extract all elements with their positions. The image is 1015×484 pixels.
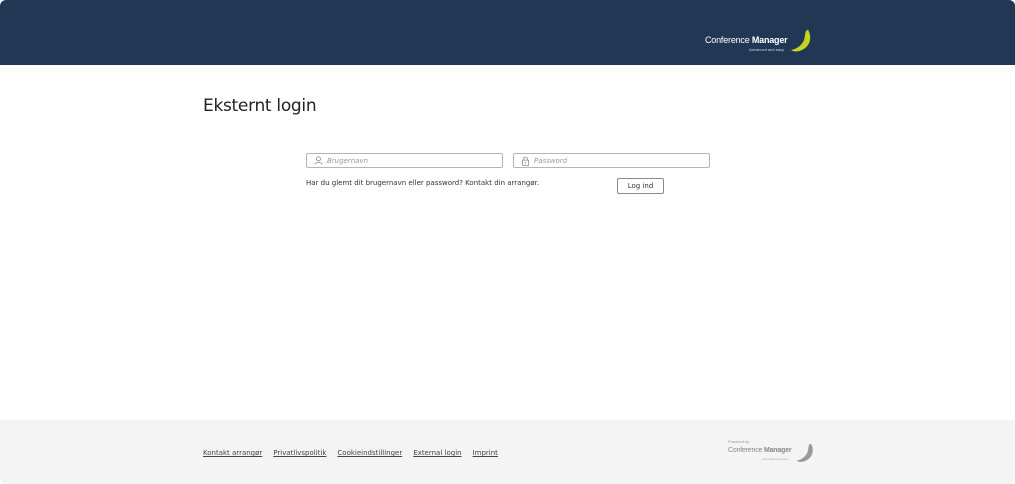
brand-name: Conference Manager	[705, 35, 788, 45]
footer-links: Kontakt arrangør Privatlivspolitik Cooki…	[203, 449, 498, 457]
footer-link-contact[interactable]: Kontakt arrangør	[203, 449, 262, 457]
brand-tagline: Advanced and easy	[749, 47, 785, 52]
brand-name-bold: Manager	[751, 35, 788, 45]
powered-by-label: Powered by	[728, 439, 750, 444]
password-input[interactable]	[534, 154, 704, 167]
brand-logo: Conference Manager Advanced and easy	[705, 29, 817, 55]
powered-brand-tagline: Advanced and easy	[762, 457, 789, 461]
page-title: Eksternt login	[203, 96, 317, 116]
footer-link-privacy[interactable]: Privatlivspolitik	[273, 449, 326, 457]
footer-link-imprint[interactable]: Imprint	[473, 449, 498, 457]
username-field[interactable]	[306, 153, 503, 168]
page: Conference Manager Advanced and easy Eks…	[0, 0, 1015, 484]
forgot-credentials-text: Har du glemt dit brugernavn eller passwo…	[306, 179, 540, 187]
footer-link-external-login[interactable]: External login	[413, 449, 461, 457]
banana-icon	[791, 29, 811, 52]
powered-by-logo: Powered by Conference Manager Advanced a…	[728, 439, 818, 465]
footer	[0, 420, 1015, 484]
brand-name-regular: Conference	[705, 35, 750, 45]
header: Conference Manager Advanced and easy	[0, 0, 1015, 65]
powered-brand-bold: Manager	[763, 447, 792, 454]
footer-link-cookies[interactable]: Cookieindstillinger	[337, 449, 402, 457]
lock-icon	[521, 156, 530, 166]
login-button[interactable]: Log ind	[617, 178, 664, 194]
username-input[interactable]	[327, 154, 497, 167]
powered-brand-regular: Conference	[728, 447, 763, 454]
user-icon	[314, 156, 323, 165]
powered-brand-name: Conference Manager	[728, 447, 792, 454]
banana-icon	[796, 443, 813, 462]
password-field[interactable]	[513, 153, 710, 168]
